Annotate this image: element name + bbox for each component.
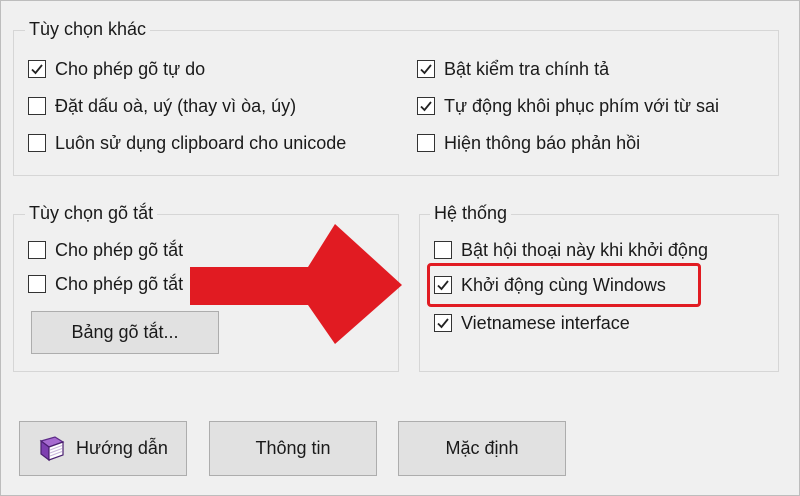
checkbox-box[interactable]	[417, 134, 435, 152]
info-button[interactable]: Thông tin	[209, 421, 377, 476]
checkbox-box[interactable]	[28, 97, 46, 115]
checkmark-icon	[420, 64, 432, 75]
checkbox-box[interactable]	[28, 134, 46, 152]
checkbox-enable-shortcut-2[interactable]: Cho phép gõ tắt	[28, 272, 183, 296]
checkbox-label: Vietnamese interface	[461, 313, 630, 333]
checkbox-start-with-windows[interactable]: Khởi động cùng Windows	[434, 273, 666, 297]
checkbox-label: Cho phép gõ tắt	[55, 240, 184, 260]
checkbox-auto-restore[interactable]: Tự động khôi phục phím với từ sai	[417, 94, 719, 118]
info-button-label: Thông tin	[255, 438, 331, 458]
checkbox-vietnamese-interface[interactable]: Vietnamese interface	[434, 311, 630, 335]
shortcut-table-button[interactable]: Bảng gõ tắt...	[31, 311, 219, 354]
system-title: Hệ thống	[430, 203, 512, 223]
checkbox-label: Cho phép gõ tự do	[55, 59, 206, 79]
checkmark-icon	[31, 64, 43, 75]
checkmark-icon	[420, 101, 432, 112]
checkbox-label: Hiện thông báo phản hồi	[444, 133, 641, 153]
checkbox-label: Luôn sử dụng clipboard cho unicode	[55, 133, 347, 153]
book-icon	[38, 435, 66, 462]
default-button-label: Mặc định	[445, 438, 519, 458]
checkbox-box[interactable]	[28, 241, 46, 259]
checkbox-spell-check[interactable]: Bật kiểm tra chính tả	[417, 57, 609, 81]
checkbox-label: Đặt dấu oà, uý (thay vì òa, úy)	[55, 96, 297, 116]
checkbox-clipboard-unicode[interactable]: Luôn sử dụng clipboard cho unicode	[28, 131, 346, 155]
checkmark-icon	[437, 280, 449, 291]
checkbox-box[interactable]	[434, 314, 452, 332]
checkbox-feedback-notice[interactable]: Hiện thông báo phản hồi	[417, 131, 640, 155]
checkbox-label: Bật kiểm tra chính tả	[444, 59, 610, 79]
checkbox-box[interactable]	[28, 60, 46, 78]
checkbox-box[interactable]	[417, 97, 435, 115]
checkbox-label: Cho phép gõ tắt	[55, 274, 184, 294]
shortcut-table-label: Bảng gõ tắt...	[71, 322, 179, 342]
checkbox-enable-shortcut[interactable]: Cho phép gõ tắt	[28, 238, 183, 262]
default-button[interactable]: Mặc định	[398, 421, 566, 476]
checkbox-label: Tự động khôi phục phím với từ sai	[444, 96, 720, 116]
guide-button-label: Hướng dẫn	[76, 438, 168, 458]
other-options-title: Tùy chọn khác	[25, 19, 151, 39]
checkbox-accent-placement[interactable]: Đặt dấu oà, uý (thay vì òa, úy)	[28, 94, 296, 118]
checkbox-show-on-startup[interactable]: Bật hội thoại này khi khởi động	[434, 238, 708, 262]
checkbox-box[interactable]	[28, 275, 46, 293]
checkbox-label: Khởi động cùng Windows	[461, 275, 666, 295]
guide-button[interactable]: Hướng dẫn	[19, 421, 187, 476]
checkbox-box[interactable]	[417, 60, 435, 78]
checkbox-label: Bật hội thoại này khi khởi động	[461, 240, 708, 260]
shortcut-options-title: Tùy chọn gõ tắt	[25, 203, 158, 223]
checkmark-icon	[437, 318, 449, 329]
checkbox-free-typing[interactable]: Cho phép gõ tự do	[28, 57, 205, 81]
checkbox-box[interactable]	[434, 276, 452, 294]
checkbox-box[interactable]	[434, 241, 452, 259]
